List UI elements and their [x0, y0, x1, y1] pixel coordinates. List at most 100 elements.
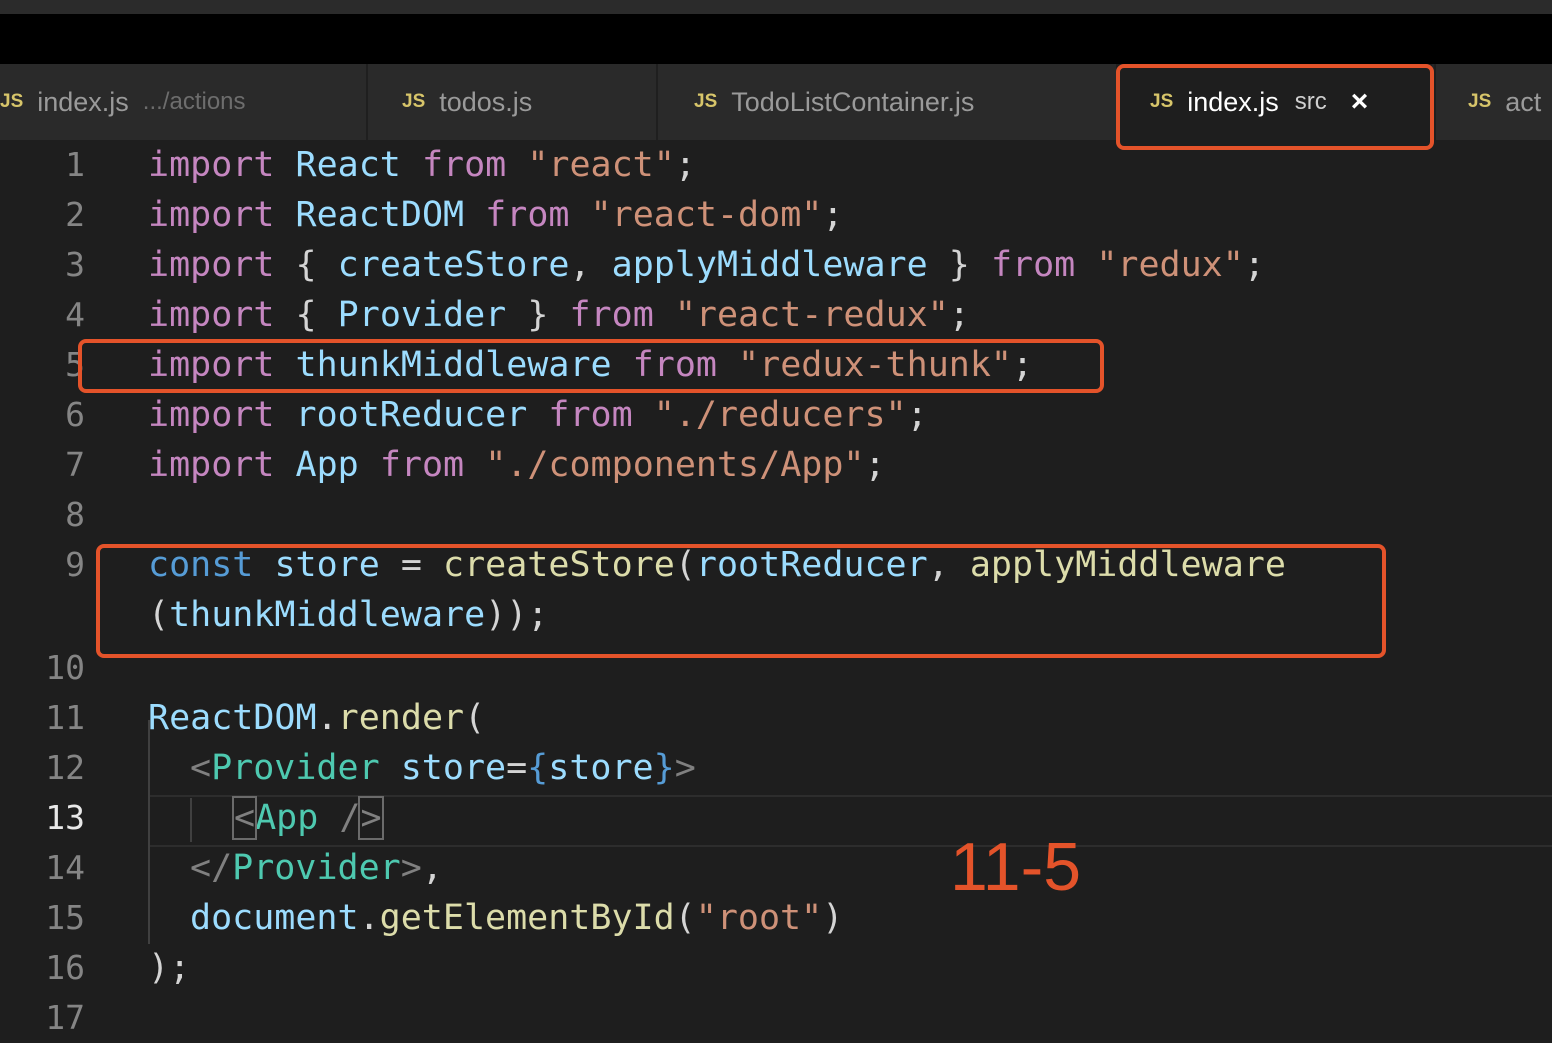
- code-token: <: [190, 748, 212, 788]
- code-token: App: [255, 798, 319, 838]
- js-file-icon: JS: [402, 91, 426, 112]
- code-token: ,: [569, 245, 612, 285]
- code-token: ;: [906, 395, 928, 435]
- code-token: store: [548, 748, 654, 788]
- tab-separator: [656, 64, 658, 140]
- code-token: import: [148, 195, 275, 235]
- code-token: store: [400, 748, 507, 788]
- tab-name: todos.js: [439, 86, 533, 117]
- code-token: {: [295, 295, 338, 335]
- code-token: ;: [1243, 245, 1265, 285]
- code-token: document: [190, 898, 359, 938]
- line-number: 15: [45, 898, 85, 937]
- line-number: 14: [45, 848, 85, 887]
- code-token: createStore: [337, 245, 570, 285]
- code-token: ReactDOM: [148, 698, 317, 738]
- code-token: import: [148, 245, 275, 285]
- code-token: ;: [674, 145, 696, 185]
- code-token: >: [674, 748, 696, 788]
- tab-separator: [1434, 64, 1436, 140]
- code-token: "react": [527, 145, 675, 185]
- code-text: import rootReducer from "./reducers";: [148, 390, 928, 440]
- line-number: 6: [65, 395, 85, 434]
- code-text: );: [148, 943, 190, 993]
- code-token: "react-redux": [674, 295, 949, 335]
- code-line-13: 13 <App />: [0, 793, 1552, 843]
- code-token: <: [231, 796, 258, 840]
- code-token: from: [569, 295, 654, 335]
- code-token: >: [358, 796, 384, 840]
- line-number: 7: [65, 445, 85, 484]
- code-line-17: 17: [0, 993, 1552, 1043]
- line-number: 5: [65, 345, 85, 384]
- code-token: {: [295, 245, 338, 285]
- code-token: "redux": [1096, 245, 1244, 285]
- tab-act[interactable]: JS act: [1436, 64, 1552, 140]
- code-text: import App from "./components/App";: [148, 440, 886, 490]
- line-number: 11: [45, 698, 85, 737]
- tab-description: .../actions: [142, 88, 246, 115]
- code-token: ): [822, 898, 844, 938]
- code-token: import: [148, 395, 275, 435]
- code-token: </: [190, 848, 233, 888]
- code-line-3: 3 import { createStore, applyMiddleware …: [0, 240, 1552, 290]
- code-token: );: [148, 948, 191, 988]
- code-line-16: 16 );: [0, 943, 1552, 993]
- code-line-4: 4 import { Provider } from "react-redux"…: [0, 290, 1552, 340]
- code-token: from: [485, 195, 570, 235]
- code-token: {: [527, 748, 549, 788]
- tab-todos[interactable]: JS todos.js: [368, 64, 656, 140]
- code-text: <Provider store={store}>: [190, 743, 696, 793]
- code-token: rootReducer: [295, 395, 528, 435]
- code-token: }: [927, 245, 970, 285]
- js-file-icon: JS: [694, 91, 718, 112]
- code-text: document.getElementById("root"): [190, 893, 843, 943]
- window-top-strip: [0, 0, 1552, 14]
- annotation-label: 11-5: [950, 829, 1082, 905]
- code-token: (: [674, 898, 696, 938]
- code-token: ;: [864, 445, 886, 485]
- line-number: 12: [45, 748, 85, 787]
- code-token: .: [358, 898, 380, 938]
- code-line-7: 7 import App from "./components/App";: [0, 440, 1552, 490]
- code-line-14: 14 </Provider>,: [0, 843, 1552, 893]
- tab-name: act: [1505, 86, 1542, 117]
- code-token: "react-dom": [590, 195, 823, 235]
- code-line-2: 2 import ReactDOM from "react-dom";: [0, 190, 1552, 240]
- code-token: ;: [822, 195, 844, 235]
- code-token: App: [295, 445, 359, 485]
- tab-name: TodoListContainer.js: [731, 86, 975, 117]
- code-token: ,: [421, 848, 443, 888]
- code-text: import React from "react";: [148, 140, 696, 190]
- code-token: =: [506, 748, 528, 788]
- code-token: "root": [695, 898, 823, 938]
- code-token: from: [548, 395, 633, 435]
- code-text: ReactDOM.render(: [148, 693, 485, 743]
- code-token: "./components/App": [485, 445, 865, 485]
- title-bar: [0, 14, 1552, 64]
- code-token: (: [464, 698, 486, 738]
- code-line-6: 6 import rootReducer from "./reducers";: [0, 390, 1552, 440]
- line-5-highlight-box: [78, 339, 1104, 393]
- code-token: Provider: [232, 848, 401, 888]
- code-token: "./reducers": [653, 395, 907, 435]
- tab-index-actions[interactable]: JS index.js .../actions: [0, 64, 366, 140]
- code-line-8: 8: [0, 490, 1552, 540]
- code-token: }: [653, 748, 675, 788]
- tab-todolistcontainer[interactable]: JS TodoListContainer.js: [658, 64, 1116, 140]
- code-token: getElementById: [379, 898, 675, 938]
- js-file-icon: JS: [0, 91, 24, 112]
- line-number: 13: [45, 798, 85, 837]
- tab-separator: [366, 64, 368, 140]
- code-token: import: [148, 145, 275, 185]
- code-token: ;: [948, 295, 970, 335]
- code-text: import { createStore, applyMiddleware } …: [148, 240, 1265, 290]
- tab-name: index.js: [37, 86, 129, 117]
- code-text: </Provider>,: [190, 843, 443, 893]
- code-token: applyMiddleware: [611, 245, 928, 285]
- code-token: React: [295, 145, 401, 185]
- code-token: /: [318, 798, 361, 838]
- code-line-11: 11 ReactDOM.render(: [0, 693, 1552, 743]
- code-token: from: [379, 445, 465, 485]
- code-token: Provider: [211, 748, 380, 788]
